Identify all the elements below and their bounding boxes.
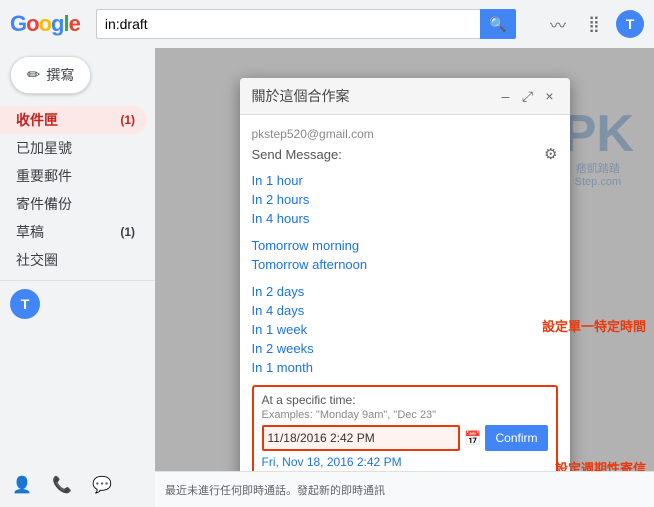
time-option-4h[interactable]: In 4 hours (252, 209, 558, 228)
time-option-4d-link[interactable]: In 4 days (252, 303, 305, 318)
top-bar: Google 🔍 〰 ⣿ T (0, 0, 654, 48)
compose-label: 撰寫 (46, 65, 74, 85)
time-option-1m[interactable]: In 1 month (252, 358, 558, 377)
confirm-button[interactable]: Confirm (485, 425, 547, 451)
content-area: PK 痞凱踏踏Step.com 關於這個合作案 – ⤢ × pkstep520@… (155, 48, 654, 507)
sidebar-item-starred-label: 已加星號 (16, 138, 72, 158)
pencil-icon: ✏ (27, 65, 40, 85)
sidebar-avatar[interactable]: T (10, 289, 40, 319)
time-option-2h-link[interactable]: In 2 hours (252, 192, 310, 207)
sidebar-item-inbox-count: (1) (120, 113, 135, 127)
time-option-2h[interactable]: In 2 hours (252, 190, 558, 209)
sidebar-item-circles-label: 社交圈 (16, 250, 58, 270)
sidebar-item-important[interactable]: 重要郵件 (0, 162, 147, 190)
apps-icon[interactable]: ⣿ (580, 10, 608, 38)
sidebar-item-sent-label: 寄件備份 (16, 194, 72, 214)
bottom-hint-text: 最近未進行任何即時通話。發起新的即時通訊 (165, 482, 385, 498)
time-option-1h[interactable]: In 1 hour (252, 171, 558, 190)
time-option-1h-link[interactable]: In 1 hour (252, 173, 303, 188)
time-option-2w[interactable]: In 2 weeks (252, 339, 558, 358)
annotation-time: 設定單一特定時間 (542, 316, 646, 335)
compose-button[interactable]: ✏ 撰寫 (10, 56, 91, 94)
sidebar-item-starred[interactable]: 已加星號 (0, 134, 147, 162)
time-option-tomorrow-afternoon-link[interactable]: Tomorrow afternoon (252, 257, 368, 272)
sidebar: ✏ 撰寫 收件匣 (1) 已加星號 重要郵件 寄件備份 草稿 (1) 社交圈 T (0, 48, 155, 507)
search-button[interactable]: 🔍 (480, 9, 516, 39)
sidebar-item-circles[interactable]: 社交圈 (0, 246, 147, 274)
bottom-hint: 最近未進行任何即時通話。發起新的即時通訊 (155, 471, 654, 507)
sidebar-divider (0, 280, 155, 281)
bottom-icons: 👤 📞 💬 (8, 471, 116, 499)
search-bar: 🔍 (96, 9, 516, 39)
sidebar-item-drafts-count: (1) (120, 225, 135, 239)
sidebar-item-inbox-label: 收件匣 (16, 110, 58, 130)
specific-time-input-row: 📅 Confirm (262, 425, 548, 451)
sidebar-item-drafts-label: 草稿 (16, 222, 44, 242)
phone-icon[interactable]: 📞 (48, 471, 76, 499)
top-icons: 〰 ⣿ T (544, 10, 644, 38)
calendar-icon[interactable]: 📅 (464, 430, 481, 447)
close-button[interactable]: × (542, 88, 558, 104)
time-option-tomorrow-afternoon[interactable]: Tomorrow afternoon (252, 255, 558, 274)
time-option-tomorrow-morning-link[interactable]: Tomorrow morning (252, 238, 360, 253)
waves-icon[interactable]: 〰 (544, 10, 572, 38)
google-logo: Google (10, 11, 80, 37)
time-option-2d-link[interactable]: In 2 days (252, 284, 305, 299)
send-message-label: Send Message: (252, 147, 342, 162)
gear-icon[interactable]: ⚙ (544, 145, 557, 163)
modal: 關於這個合作案 – ⤢ × pkstep520@gmail.com Send M… (240, 78, 570, 507)
specific-time-section: At a specific time: Examples: "Monday 9a… (252, 385, 558, 477)
modal-controls: – ⤢ × (498, 88, 558, 104)
sidebar-item-sent[interactable]: 寄件備份 (0, 190, 147, 218)
time-option-1w[interactable]: In 1 week (252, 320, 558, 339)
gap-2 (252, 274, 558, 282)
specific-time-example: Examples: "Monday 9am", "Dec 23" (262, 409, 548, 421)
search-input[interactable] (96, 9, 480, 39)
send-message-header: Send Message: ⚙ (252, 145, 558, 163)
chat-icon[interactable]: 💬 (88, 471, 116, 499)
modal-body: pkstep520@gmail.com Send Message: ⚙ In 1… (240, 115, 570, 507)
datetime-display: Fri, Nov 18, 2016 2:42 PM (262, 455, 548, 469)
sidebar-item-important-label: 重要郵件 (16, 166, 72, 186)
time-option-4d[interactable]: In 4 days (252, 301, 558, 320)
minimize-button[interactable]: – (498, 88, 514, 104)
modal-overlay: 關於這個合作案 – ⤢ × pkstep520@gmail.com Send M… (155, 48, 654, 507)
sidebar-item-inbox[interactable]: 收件匣 (1) (0, 106, 147, 134)
time-option-1m-link[interactable]: In 1 month (252, 360, 313, 375)
person-icon[interactable]: 👤 (8, 471, 36, 499)
time-option-2w-link[interactable]: In 2 weeks (252, 341, 314, 356)
sidebar-user: T (10, 289, 145, 319)
maximize-button[interactable]: ⤢ (520, 88, 536, 104)
user-avatar[interactable]: T (616, 10, 644, 38)
time-option-tomorrow-morning[interactable]: Tomorrow morning (252, 236, 558, 255)
email-snippet: pkstep520@gmail.com (252, 123, 558, 145)
gap-1 (252, 228, 558, 236)
time-option-4h-link[interactable]: In 4 hours (252, 211, 310, 226)
time-option-1w-link[interactable]: In 1 week (252, 322, 308, 337)
main-layout: ✏ 撰寫 收件匣 (1) 已加星號 重要郵件 寄件備份 草稿 (1) 社交圈 T (0, 48, 654, 507)
sidebar-item-drafts[interactable]: 草稿 (1) (0, 218, 147, 246)
time-option-2d[interactable]: In 2 days (252, 282, 558, 301)
specific-time-label: At a specific time: (262, 393, 548, 407)
modal-title: 關於這個合作案 (252, 86, 350, 106)
modal-titlebar: 關於這個合作案 – ⤢ × (240, 78, 570, 115)
specific-time-input[interactable] (262, 425, 461, 451)
